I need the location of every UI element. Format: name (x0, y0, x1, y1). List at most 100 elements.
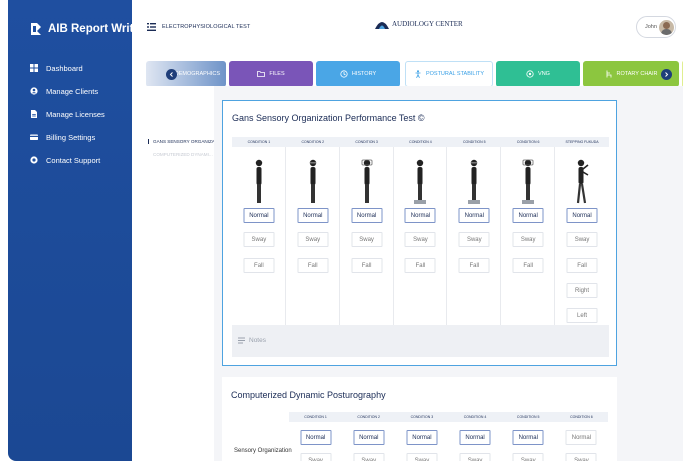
tab-postural-stability[interactable]: POSTURAL STABILITY (405, 61, 493, 87)
sidebar-item-dashboard[interactable]: Dashboard (30, 62, 105, 74)
condition-header: CONDITION 3 (355, 140, 378, 144)
list-icon (147, 23, 156, 31)
stance-figure-icon (468, 159, 481, 204)
option-fall-button[interactable]: Fall (458, 258, 490, 273)
option-normal-button[interactable]: Normal (351, 208, 383, 223)
app-logo-icon (31, 23, 41, 35)
cdp-condition-header: CONDITION 6 (570, 415, 593, 419)
sidebar-item-label: Manage Licenses (46, 109, 105, 119)
option-fall-button[interactable]: Fall (566, 258, 598, 273)
cdp-title: Computerized Dynamic Posturography (231, 390, 386, 400)
option-normal-button[interactable]: Normal (458, 208, 490, 223)
option-sway-button[interactable]: Sway (351, 232, 383, 247)
option-sway-button[interactable]: Sway (404, 232, 436, 247)
cdp-condition-header: CONDITION 1 CONDITION 2 CONDITION 3 CONDITI… (289, 412, 608, 422)
cdp-option-sway-button[interactable]: Sway (300, 453, 332, 461)
cdp-option-normal-button[interactable]: Normal (565, 430, 597, 445)
condition-header: STEPPING FUKUDA (565, 140, 599, 144)
header: ELECTROPHYSIOLOGICAL TEST AUDIOLOGY CENT… (132, 0, 683, 56)
cdp-option-sway-button[interactable]: Sway (565, 453, 597, 461)
sidebar-item-clients[interactable]: Manage Clients (30, 85, 105, 97)
billing-icon (30, 134, 38, 140)
cdp-option-sway-button[interactable]: Sway (512, 453, 544, 461)
tab-label: ROTARY CHAIR (616, 71, 658, 77)
tab-label: FILES (269, 71, 285, 77)
option-fall-button[interactable]: Fall (512, 258, 544, 273)
tab-scroll-right-button[interactable] (661, 68, 672, 80)
stance-figure-icon (414, 159, 427, 204)
cdp-option-sway-button[interactable]: Sway (406, 453, 438, 461)
option-normal-button[interactable]: Normal (243, 208, 275, 223)
stance-figure-icon (361, 159, 372, 203)
option-fall-button[interactable]: Fall (404, 258, 436, 273)
tab-label: VNG (538, 71, 550, 77)
option-normal-button[interactable]: Normal (512, 208, 544, 223)
cdp-condition-header: CONDITION 5 (516, 415, 540, 419)
gans-condition-grid: CONDITION 1 Normal Sway Fall CONDITION 2 Norm… (232, 137, 609, 333)
clients-icon (30, 87, 38, 95)
gans-title: Gans Sensory Organization Performance Te… (232, 113, 425, 123)
stance-figure-icon (309, 159, 316, 203)
support-icon (30, 156, 38, 164)
tab-demographics[interactable]: DEMOGRAPHICS (146, 61, 226, 87)
user-menu[interactable]: John (636, 16, 676, 38)
option-fall-button[interactable]: Fall (351, 258, 383, 273)
target-icon (526, 70, 534, 78)
person-icon (415, 70, 421, 78)
chair-icon (606, 70, 611, 78)
cdp-condition-header: CONDITION 1 (304, 415, 327, 419)
cdp-card: Computerized Dynamic Posturography CONDI… (222, 377, 617, 461)
option-sway-button[interactable]: Sway (458, 232, 490, 247)
sidebar-item-support[interactable]: Contact Support (30, 154, 105, 166)
option-sway-button[interactable]: Sway (512, 232, 544, 247)
tab-files[interactable]: FILES (229, 61, 313, 87)
tab-vng[interactable]: VNG (496, 61, 580, 87)
option-right-button[interactable]: Right (566, 283, 598, 298)
notes-field[interactable]: Notes (232, 325, 609, 357)
sidebar-item-label: Billing Settings (46, 132, 96, 142)
option-fall-button[interactable]: Fall (243, 258, 275, 273)
sidebar-item-label: Manage Clients (46, 86, 99, 96)
cdp-option-sway-button[interactable]: Sway (353, 453, 385, 461)
center-logo: AUDIOLOGY CENTER (374, 18, 463, 30)
stance-figure-icon (255, 159, 263, 203)
tab-label: DEMOGRAPHICS (174, 71, 220, 77)
option-normal-button[interactable]: Normal (566, 208, 598, 223)
option-sway-button[interactable]: Sway (297, 232, 329, 247)
condition-header: CONDITION 6 (516, 140, 540, 144)
sidebar-nav: Dashboard Manage Clients Manage Licenses… (30, 62, 105, 177)
audiology-logo-icon (375, 22, 389, 29)
notes-icon (238, 337, 245, 344)
cdp-option-normal-button[interactable]: Normal (512, 430, 544, 445)
cdp-option-normal-button[interactable]: Normal (459, 430, 491, 445)
condition-header: CONDITION 1 (247, 140, 271, 144)
tab-scroll-left-button[interactable] (166, 68, 177, 80)
option-normal-button[interactable]: Normal (297, 208, 329, 223)
cdp-option-normal-button[interactable]: Normal (353, 430, 385, 445)
sidebar: AIB Report Writing Dashboard Manage Clie… (8, 0, 151, 461)
option-sway-button[interactable]: Sway (566, 232, 598, 247)
condition-header: CONDITION 2 (301, 140, 325, 144)
sidebar-item-licenses[interactable]: Manage Licenses (30, 108, 105, 120)
subnav-item-gans[interactable]: GANS SENSORY ORGANIZA... (148, 139, 219, 144)
tab-label: HISTORY (351, 71, 377, 77)
sidebar-item-billing[interactable]: Billing Settings (30, 131, 105, 143)
tab-history[interactable]: HISTORY (316, 61, 400, 87)
center-logo-text: AUDIOLOGY CENTER (392, 20, 463, 28)
option-sway-button[interactable]: Sway (243, 232, 275, 247)
cdp-option-sway-button[interactable]: Sway (459, 453, 491, 461)
option-left-button[interactable]: Left (566, 308, 598, 323)
test-title: ELECTROPHYSIOLOGICAL TEST (162, 24, 251, 30)
option-fall-button[interactable]: Fall (297, 258, 329, 273)
folder-icon (257, 71, 266, 77)
condition-header: CONDITION 5 (463, 140, 486, 144)
cdp-option-normal-button[interactable]: Normal (406, 430, 438, 445)
condition-header: CONDITION 4 (409, 140, 432, 144)
subnav-item-cdp[interactable]: COMPUTERIZED DYNAMI... (148, 152, 213, 157)
cdp-row-label: Sensory Organization (234, 448, 292, 454)
option-normal-button[interactable]: Normal (404, 208, 436, 223)
stance-figure-icon (576, 159, 589, 204)
chevron-right-icon (665, 71, 669, 77)
cdp-option-normal-button[interactable]: Normal (300, 430, 332, 445)
cdp-condition-header: CONDITION 2 (357, 415, 380, 419)
